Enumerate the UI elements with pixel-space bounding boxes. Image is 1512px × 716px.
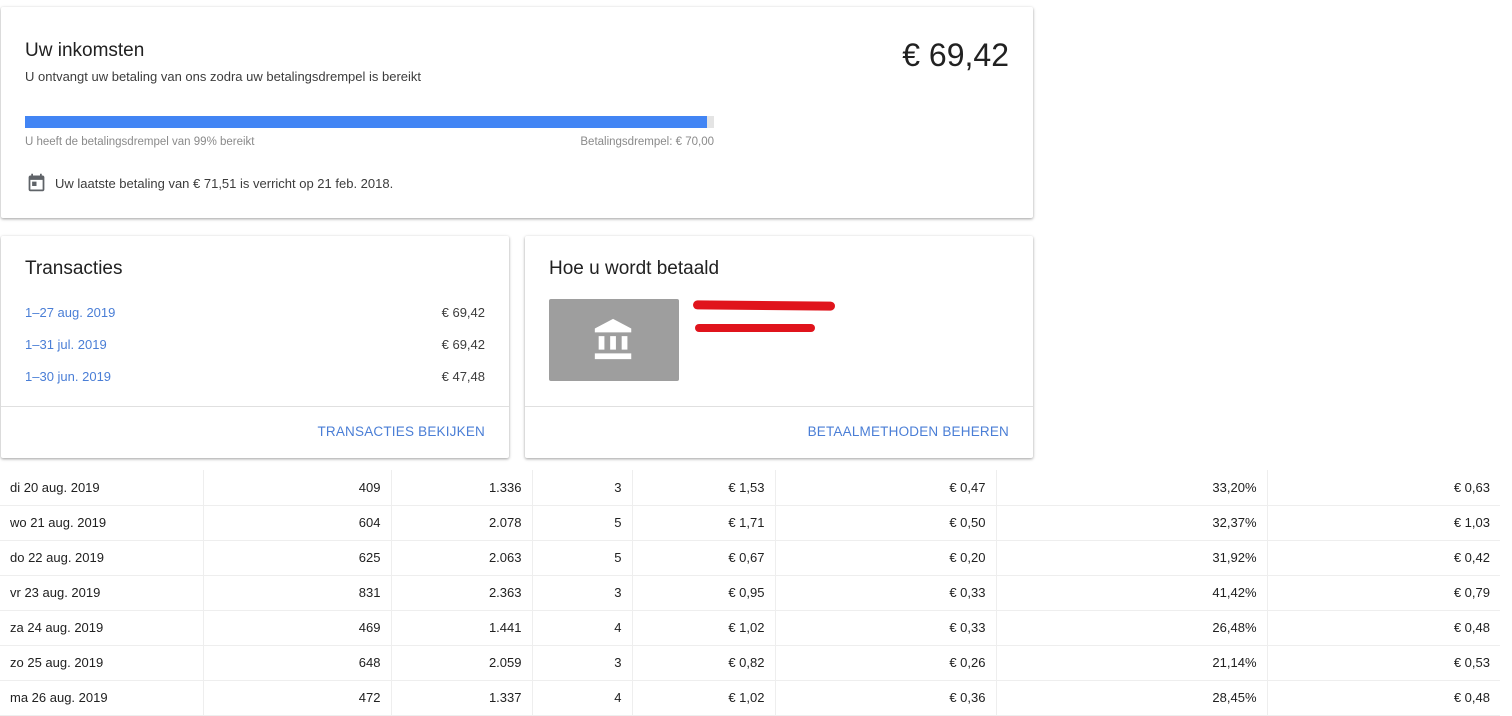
table-cell: 831 [203,575,392,611]
table-cell: 2.059 [391,645,533,681]
table-cell-date: wo 21 aug. 2019 [0,505,204,541]
table-cell: € 0,79 [1267,575,1500,611]
table-cell-date: di 20 aug. 2019 [0,470,204,506]
table-cell: 33,20% [996,470,1268,506]
table-cell: € 0,42 [1267,540,1500,576]
table-cell: 3 [532,470,633,506]
table-cell: 2.063 [391,540,533,576]
view-transactions-button[interactable]: TRANSACTIES BEKIJKEN [317,424,485,439]
table-cell: 2.078 [391,505,533,541]
table-cell: 625 [203,540,392,576]
table-cell-date: do 22 aug. 2019 [0,540,204,576]
transaction-period-link[interactable]: 1–27 aug. 2019 [25,305,115,337]
table-cell: 648 [203,645,392,681]
table-cell: 21,14% [996,645,1268,681]
table-cell: € 1,02 [632,680,776,716]
table-cell: € 0,26 [775,645,997,681]
transaction-period-link[interactable]: 1–30 jun. 2019 [25,369,111,401]
table-cell: 4 [532,610,633,646]
transactions-list: 1–27 aug. 2019 € 69,42 1–31 jul. 2019 € … [25,305,485,401]
table-cell: 5 [532,540,633,576]
transaction-period-link[interactable]: 1–31 jul. 2019 [25,337,107,369]
table-cell: € 0,50 [775,505,997,541]
progress-label: U heeft de betalingsdrempel van 99% bere… [25,136,255,148]
transaction-row: 1–27 aug. 2019 € 69,42 [25,305,485,337]
transaction-amount: € 69,42 [441,305,485,320]
table-cell: € 0,82 [632,645,776,681]
card-divider [525,406,1033,407]
table-cell: 469 [203,610,392,646]
table-cell: € 0,47 [775,470,997,506]
transactions-title: Transacties [25,258,123,279]
table-row: di 20 aug. 2019 409 1.336 3 € 1,53 € 0,47 33,2… [0,470,1500,506]
table-cell: 604 [203,505,392,541]
table-cell: € 1,03 [1267,505,1500,541]
table-row: zo 25 aug. 2019 648 2.059 3 € 0,82 € 0,26 21,1… [0,645,1500,681]
bank-icon [594,318,632,360]
transactions-card: Transacties 1–27 aug. 2019 € 69,42 1–31 … [1,236,509,458]
table-cell: 3 [532,645,633,681]
earnings-amount: € 69,42 [902,37,1009,73]
card-divider [1,406,509,407]
table-cell: 26,48% [996,610,1268,646]
daily-report-table: di 20 aug. 2019 409 1.336 3 € 1,53 € 0,47 33,2… [0,470,1500,716]
table-cell: 32,37% [996,505,1268,541]
table-cell: 5 [532,505,633,541]
table-cell: € 1,53 [632,470,776,506]
table-row: vr 23 aug. 2019 831 2.363 3 € 0,95 € 0,33 41,4… [0,575,1500,611]
table-cell: € 0,53 [1267,645,1500,681]
calendar-icon [28,173,45,192]
table-cell-date: zo 25 aug. 2019 [0,645,204,681]
table-cell-date: ma 26 aug. 2019 [0,680,204,716]
redacted-account-number [695,324,815,332]
transaction-row: 1–30 jun. 2019 € 47,48 [25,369,485,401]
payment-method-card: Hoe u wordt betaald BETAALMETHODEN BEHER… [525,236,1033,458]
table-cell: 41,42% [996,575,1268,611]
manage-payment-methods-button[interactable]: BETAALMETHODEN BEHEREN [808,424,1009,439]
table-cell: 1.336 [391,470,533,506]
table-cell: 3 [532,575,633,611]
bank-account-tile [549,299,679,381]
table-cell: 472 [203,680,392,716]
table-cell: 409 [203,470,392,506]
earnings-card: Uw inkomsten U ontvangt uw betaling van … [1,7,1033,218]
table-cell: € 0,48 [1267,680,1500,716]
threshold-progress-fill [25,116,708,128]
table-cell: 2.363 [391,575,533,611]
table-cell-date: vr 23 aug. 2019 [0,575,204,611]
table-cell: € 0,63 [1267,470,1500,506]
table-cell: € 0,33 [775,610,997,646]
transaction-amount: € 47,48 [441,369,485,384]
table-cell: 28,45% [996,680,1268,716]
table-row: wo 21 aug. 2019 604 2.078 5 € 1,71 € 0,50 32,3… [0,505,1500,541]
table-cell: € 1,02 [632,610,776,646]
table-row: ma 26 aug. 2019 472 1.337 4 € 1,02 € 0,36 28,4… [0,680,1500,716]
table-cell: € 0,67 [632,540,776,576]
table-cell: € 0,33 [775,575,997,611]
table-cell: 4 [532,680,633,716]
table-cell: 1.337 [391,680,533,716]
threshold-progress-bar [25,116,714,128]
last-payment-text: Uw laatste betaling van € 71,51 is verri… [55,176,394,191]
table-cell: € 0,36 [775,680,997,716]
redacted-account-name [692,300,836,311]
table-cell: € 0,20 [775,540,997,576]
earnings-subtitle: U ontvangt uw betaling van ons zodra uw … [25,69,422,84]
table-cell: € 0,95 [632,575,776,611]
transaction-row: 1–31 jul. 2019 € 69,42 [25,337,485,369]
transaction-amount: € 69,42 [441,337,485,352]
table-cell: 31,92% [996,540,1268,576]
table-cell: 1.441 [391,610,533,646]
table-cell: € 1,71 [632,505,776,541]
payment-title: Hoe u wordt betaald [549,258,720,279]
table-cell-date: za 24 aug. 2019 [0,610,204,646]
threshold-label: Betalingsdrempel: € 70,00 [580,136,714,148]
earnings-title: Uw inkomsten [25,40,145,61]
table-row: do 22 aug. 2019 625 2.063 5 € 0,67 € 0,20 31,9… [0,540,1500,576]
table-cell: € 0,48 [1267,610,1500,646]
table-row: za 24 aug. 2019 469 1.441 4 € 1,02 € 0,33 26,4… [0,610,1500,646]
